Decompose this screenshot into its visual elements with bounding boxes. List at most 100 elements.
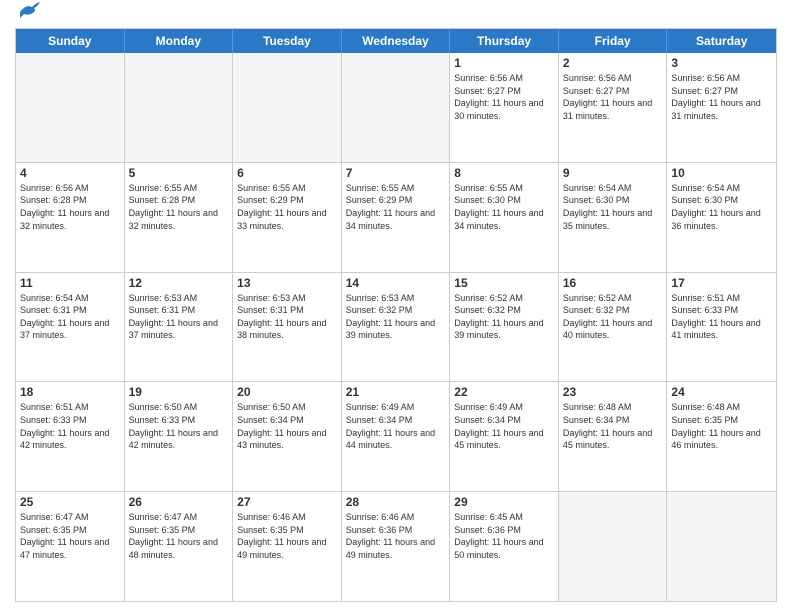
week-row-4: 25 Sunrise: 6:47 AM Sunset: 6:35 PM Dayli… xyxy=(16,491,776,601)
day-info: Sunrise: 6:55 AM Sunset: 6:28 PM Dayligh… xyxy=(129,182,229,232)
calendar-cell: 11 Sunrise: 6:54 AM Sunset: 6:31 PM Dayli… xyxy=(16,273,125,382)
calendar-cell: 25 Sunrise: 6:47 AM Sunset: 6:35 PM Dayli… xyxy=(16,492,125,601)
day-number: 13 xyxy=(237,276,337,290)
day-number: 17 xyxy=(671,276,772,290)
day-number: 22 xyxy=(454,385,554,399)
day-number: 20 xyxy=(237,385,337,399)
header-saturday: Saturday xyxy=(667,29,776,53)
calendar-cell xyxy=(16,53,125,162)
header-tuesday: Tuesday xyxy=(233,29,342,53)
day-number: 26 xyxy=(129,495,229,509)
calendar-cell: 20 Sunrise: 6:50 AM Sunset: 6:34 PM Dayli… xyxy=(233,382,342,491)
calendar-cell: 1 Sunrise: 6:56 AM Sunset: 6:27 PM Daylig… xyxy=(450,53,559,162)
day-info: Sunrise: 6:47 AM Sunset: 6:35 PM Dayligh… xyxy=(20,511,120,561)
day-info: Sunrise: 6:56 AM Sunset: 6:27 PM Dayligh… xyxy=(454,72,554,122)
calendar-cell: 18 Sunrise: 6:51 AM Sunset: 6:33 PM Dayli… xyxy=(16,382,125,491)
day-number: 25 xyxy=(20,495,120,509)
day-info: Sunrise: 6:55 AM Sunset: 6:29 PM Dayligh… xyxy=(346,182,446,232)
page: Sunday Monday Tuesday Wednesday Thursday… xyxy=(0,0,792,612)
day-number: 23 xyxy=(563,385,663,399)
calendar-cell: 13 Sunrise: 6:53 AM Sunset: 6:31 PM Dayli… xyxy=(233,273,342,382)
day-number: 16 xyxy=(563,276,663,290)
day-number: 5 xyxy=(129,166,229,180)
bird-icon xyxy=(18,2,40,20)
day-number: 4 xyxy=(20,166,120,180)
day-info: Sunrise: 6:48 AM Sunset: 6:34 PM Dayligh… xyxy=(563,401,663,451)
week-row-0: 1 Sunrise: 6:56 AM Sunset: 6:27 PM Daylig… xyxy=(16,53,776,162)
day-info: Sunrise: 6:56 AM Sunset: 6:28 PM Dayligh… xyxy=(20,182,120,232)
day-number: 29 xyxy=(454,495,554,509)
week-row-1: 4 Sunrise: 6:56 AM Sunset: 6:28 PM Daylig… xyxy=(16,162,776,272)
header-sunday: Sunday xyxy=(16,29,125,53)
calendar-cell: 15 Sunrise: 6:52 AM Sunset: 6:32 PM Dayli… xyxy=(450,273,559,382)
day-number: 10 xyxy=(671,166,772,180)
day-number: 14 xyxy=(346,276,446,290)
day-info: Sunrise: 6:52 AM Sunset: 6:32 PM Dayligh… xyxy=(563,292,663,342)
day-info: Sunrise: 6:51 AM Sunset: 6:33 PM Dayligh… xyxy=(20,401,120,451)
calendar-cell: 23 Sunrise: 6:48 AM Sunset: 6:34 PM Dayli… xyxy=(559,382,668,491)
day-info: Sunrise: 6:50 AM Sunset: 6:34 PM Dayligh… xyxy=(237,401,337,451)
header xyxy=(15,10,777,20)
day-info: Sunrise: 6:56 AM Sunset: 6:27 PM Dayligh… xyxy=(563,72,663,122)
day-number: 28 xyxy=(346,495,446,509)
day-number: 9 xyxy=(563,166,663,180)
calendar-cell: 4 Sunrise: 6:56 AM Sunset: 6:28 PM Daylig… xyxy=(16,163,125,272)
day-number: 27 xyxy=(237,495,337,509)
day-info: Sunrise: 6:46 AM Sunset: 6:35 PM Dayligh… xyxy=(237,511,337,561)
day-info: Sunrise: 6:49 AM Sunset: 6:34 PM Dayligh… xyxy=(346,401,446,451)
calendar-cell: 5 Sunrise: 6:55 AM Sunset: 6:28 PM Daylig… xyxy=(125,163,234,272)
day-info: Sunrise: 6:48 AM Sunset: 6:35 PM Dayligh… xyxy=(671,401,772,451)
day-number: 19 xyxy=(129,385,229,399)
calendar-cell: 26 Sunrise: 6:47 AM Sunset: 6:35 PM Dayli… xyxy=(125,492,234,601)
day-info: Sunrise: 6:51 AM Sunset: 6:33 PM Dayligh… xyxy=(671,292,772,342)
calendar-cell: 24 Sunrise: 6:48 AM Sunset: 6:35 PM Dayli… xyxy=(667,382,776,491)
calendar-cell: 17 Sunrise: 6:51 AM Sunset: 6:33 PM Dayli… xyxy=(667,273,776,382)
day-number: 24 xyxy=(671,385,772,399)
day-info: Sunrise: 6:56 AM Sunset: 6:27 PM Dayligh… xyxy=(671,72,772,122)
day-number: 11 xyxy=(20,276,120,290)
calendar-body: 1 Sunrise: 6:56 AM Sunset: 6:27 PM Daylig… xyxy=(16,53,776,601)
calendar: Sunday Monday Tuesday Wednesday Thursday… xyxy=(15,28,777,602)
calendar-cell: 19Sunrise: 6:50 AM Sunset: 6:33 PM Dayli… xyxy=(125,382,234,491)
day-number: 3 xyxy=(671,56,772,70)
day-info: Sunrise: 6:54 AM Sunset: 6:30 PM Dayligh… xyxy=(563,182,663,232)
day-info: Sunrise: 6:55 AM Sunset: 6:30 PM Dayligh… xyxy=(454,182,554,232)
calendar-cell: 6Sunrise: 6:55 AM Sunset: 6:29 PM Daylig… xyxy=(233,163,342,272)
header-thursday: Thursday xyxy=(450,29,559,53)
calendar-cell: 29 Sunrise: 6:45 AM Sunset: 6:36 PM Dayli… xyxy=(450,492,559,601)
day-number: 15 xyxy=(454,276,554,290)
calendar-cell xyxy=(559,492,668,601)
day-info: Sunrise: 6:47 AM Sunset: 6:35 PM Dayligh… xyxy=(129,511,229,561)
day-number: 18 xyxy=(20,385,120,399)
day-number: 8 xyxy=(454,166,554,180)
week-row-3: 18 Sunrise: 6:51 AM Sunset: 6:33 PM Dayli… xyxy=(16,381,776,491)
logo xyxy=(15,10,40,20)
day-info: Sunrise: 6:52 AM Sunset: 6:32 PM Dayligh… xyxy=(454,292,554,342)
day-info: Sunrise: 6:54 AM Sunset: 6:31 PM Dayligh… xyxy=(20,292,120,342)
calendar-cell: 21 Sunrise: 6:49 AM Sunset: 6:34 PM Dayli… xyxy=(342,382,451,491)
calendar-cell: 22Sunrise: 6:49 AM Sunset: 6:34 PM Dayli… xyxy=(450,382,559,491)
calendar-cell xyxy=(667,492,776,601)
calendar-cell xyxy=(233,53,342,162)
calendar-cell: 16 Sunrise: 6:52 AM Sunset: 6:32 PM Dayli… xyxy=(559,273,668,382)
day-info: Sunrise: 6:53 AM Sunset: 6:31 PM Dayligh… xyxy=(237,292,337,342)
header-wednesday: Wednesday xyxy=(342,29,451,53)
calendar-cell: 3 Sunrise: 6:56 AM Sunset: 6:27 PM Daylig… xyxy=(667,53,776,162)
day-info: Sunrise: 6:53 AM Sunset: 6:32 PM Dayligh… xyxy=(346,292,446,342)
day-info: Sunrise: 6:54 AM Sunset: 6:30 PM Dayligh… xyxy=(671,182,772,232)
day-number: 1 xyxy=(454,56,554,70)
day-number: 12 xyxy=(129,276,229,290)
calendar-header: Sunday Monday Tuesday Wednesday Thursday… xyxy=(16,29,776,53)
calendar-cell: 14 Sunrise: 6:53 AM Sunset: 6:32 PM Dayli… xyxy=(342,273,451,382)
day-info: Sunrise: 6:45 AM Sunset: 6:36 PM Dayligh… xyxy=(454,511,554,561)
calendar-cell: 10 Sunrise: 6:54 AM Sunset: 6:30 PM Dayli… xyxy=(667,163,776,272)
calendar-cell: 7 Sunrise: 6:55 AM Sunset: 6:29 PM Daylig… xyxy=(342,163,451,272)
day-number: 7 xyxy=(346,166,446,180)
day-info: Sunrise: 6:53 AM Sunset: 6:31 PM Dayligh… xyxy=(129,292,229,342)
day-info: Sunrise: 6:55 AM Sunset: 6:29 PM Dayligh… xyxy=(237,182,337,232)
calendar-cell: 8 Sunrise: 6:55 AM Sunset: 6:30 PM Daylig… xyxy=(450,163,559,272)
day-number: 21 xyxy=(346,385,446,399)
calendar-cell: 12 Sunrise: 6:53 AM Sunset: 6:31 PM Dayli… xyxy=(125,273,234,382)
calendar-cell xyxy=(125,53,234,162)
header-friday: Friday xyxy=(559,29,668,53)
